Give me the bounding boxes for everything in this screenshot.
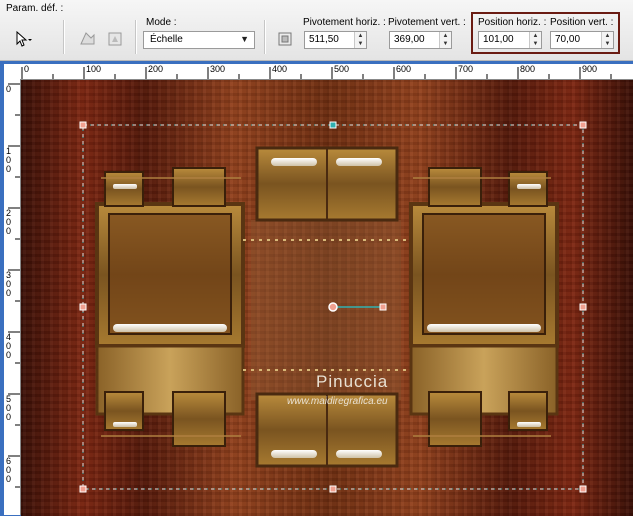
ruler-tick-label: 200 (6, 208, 12, 236)
ruler-tick-label: 300 (210, 64, 226, 74)
pivot-horizontal-input[interactable]: 511,50 ▲ ▼ (304, 31, 367, 49)
ruler-tick-label: 200 (148, 64, 164, 74)
watermark-url: www.maidiregrafica.eu (287, 396, 388, 407)
chevron-down-icon: ▼ (240, 34, 249, 44)
position-horizontal-label: Position horiz. : (478, 17, 547, 28)
canvas-image[interactable]: Pinuccia www.maidiregrafica.eu (21, 80, 633, 516)
position-vertical-value: 70,00 (555, 34, 581, 45)
position-horizontal-value: 101,00 (483, 34, 514, 45)
presets-label: Param. déf. : (6, 3, 64, 14)
horizontal-ruler: 0 100 200 300 400 500 600 700 800 900 (20, 64, 633, 80)
ruler-tick-label: 600 (6, 456, 12, 484)
pivot-vertical-value: 369,00 (394, 34, 425, 45)
spin-buttons[interactable]: ▲ ▼ (439, 32, 451, 48)
ruler-tick-label: 300 (6, 270, 12, 298)
spin-buttons[interactable]: ▲ ▼ (529, 32, 541, 48)
flip-horizontal-button[interactable] (76, 28, 98, 50)
pointer-arrow-icon (16, 31, 32, 47)
ruler-corner (4, 64, 21, 80)
spin-buttons[interactable]: ▲ ▼ (601, 32, 613, 48)
ruler-tick-label: 400 (6, 332, 12, 360)
pivot-horizontal-value: 511,50 (309, 34, 339, 45)
ruler-tick-label: 0 (24, 64, 30, 74)
mode-value: Échelle (150, 34, 183, 45)
pivot-vertical-label: Pivotement vert. : (388, 17, 466, 28)
ruler-tick-label: 700 (458, 64, 474, 74)
presets-dropdown-button[interactable] (12, 28, 34, 50)
pivot-button[interactable] (274, 28, 296, 50)
flip-vertical-icon (108, 32, 122, 46)
artwork (21, 80, 633, 516)
pivot-vertical-input[interactable]: 369,00 ▲ ▼ (389, 31, 452, 49)
flip-vertical-button[interactable] (104, 28, 126, 50)
ruler-tick-label: 800 (520, 64, 536, 74)
ruler-tick-label: 0 (6, 84, 12, 94)
flip-horizontal-icon (80, 32, 95, 45)
position-vertical-label: Position vert. : (550, 17, 614, 28)
ruler-tick-label: 900 (582, 64, 598, 74)
spin-buttons[interactable]: ▲ ▼ (354, 32, 366, 48)
vertical-ruler: 0 100 200 300 400 500 600 (4, 79, 21, 515)
mode-select[interactable]: Échelle ▼ (143, 31, 255, 49)
position-vertical-input[interactable]: 70,00 ▲ ▼ (550, 31, 614, 49)
ruler-tick-label: 500 (334, 64, 350, 74)
ruler-tick-label: 600 (396, 64, 412, 74)
pivot-horizontal-label: Pivotement horiz. : (303, 17, 386, 28)
ruler-tick-label: 500 (6, 394, 12, 422)
pick-tool-toolbar: Param. déf. : Mode : Échelle ▼ Pivotemen… (0, 0, 633, 61)
watermark-name: Pinuccia (316, 372, 389, 391)
mode-label: Mode : (146, 17, 177, 28)
ruler-tick-label: 100 (6, 146, 12, 174)
ruler-tick-label: 100 (86, 64, 102, 74)
ruler-tick-label: 400 (272, 64, 288, 74)
pivot-icon (278, 32, 292, 46)
position-horizontal-input[interactable]: 101,00 ▲ ▼ (478, 31, 542, 49)
